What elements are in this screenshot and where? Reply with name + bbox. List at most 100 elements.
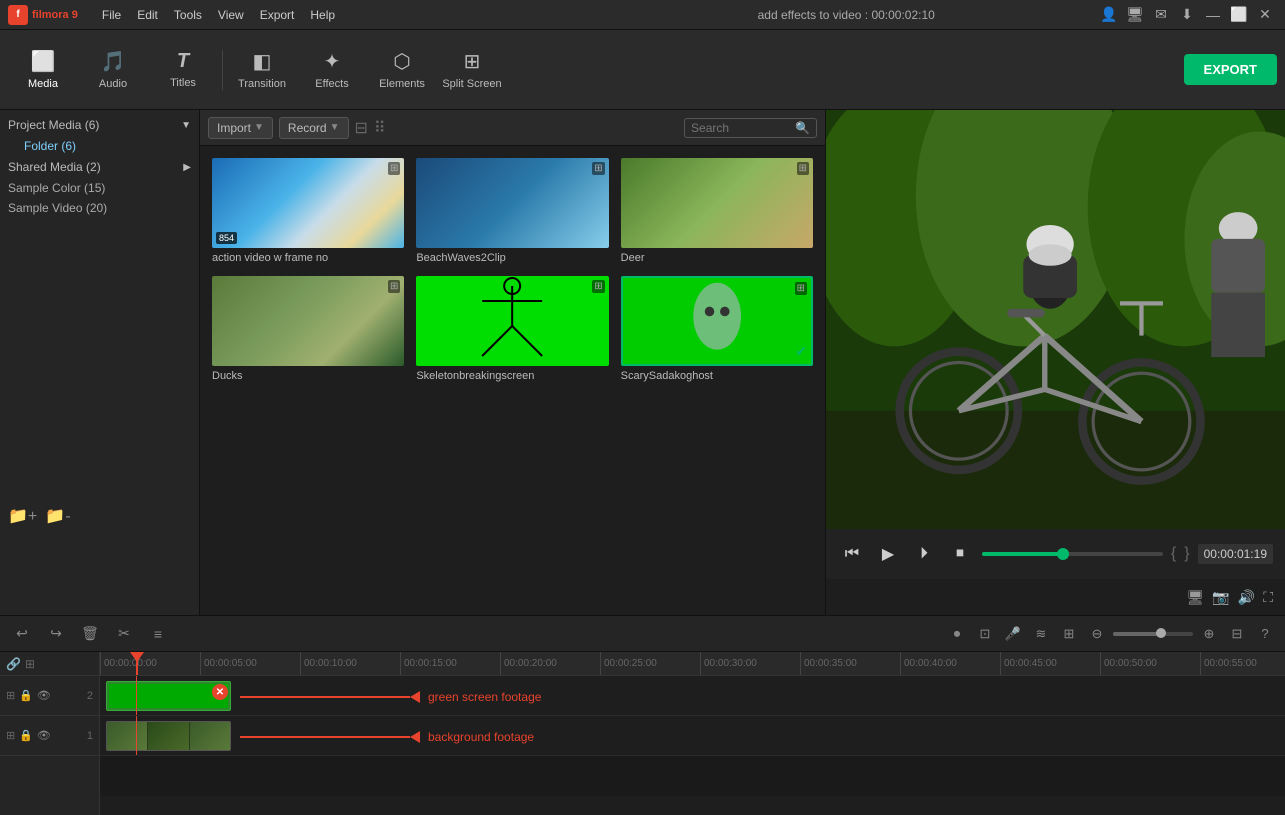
search-input[interactable] [691, 121, 791, 135]
search-box: 🔍 [684, 118, 817, 138]
toolbar-media[interactable]: ⬜ Media [8, 35, 78, 105]
toolbar-transition[interactable]: ◧ Transition [227, 35, 297, 105]
stop-button[interactable]: ⏹ [946, 545, 974, 563]
bracket-right-icon: } [1184, 545, 1189, 563]
grid-view-icon: ⊞ [797, 162, 809, 175]
progress-bar[interactable] [982, 552, 1163, 556]
toolbar-audio[interactable]: 🎵 Audio [78, 35, 148, 105]
export-button[interactable]: EXPORT [1184, 54, 1277, 85]
ann-arrow [410, 691, 420, 703]
menu-help[interactable]: Help [302, 0, 343, 30]
list-item[interactable]: ⊞ Ducks [212, 276, 404, 382]
search-icon[interactable]: 🔍 [795, 121, 810, 135]
timeline-track-1: background footage [100, 716, 1285, 756]
play-button[interactable]: ▶ [874, 544, 902, 564]
list-item[interactable]: ⊞ 854 action video w frame no [212, 158, 404, 264]
track-eye-icon[interactable]: 👁 [37, 729, 51, 742]
track-label-2: ⊞ 🔒 👁 2 [0, 676, 99, 716]
undo-button[interactable]: ↩ [8, 625, 36, 642]
marker-icon[interactable]: ⊡ [973, 626, 997, 642]
list-item[interactable]: ⊞ ✔ ScarySadakoghost [621, 276, 813, 382]
progress-fill [982, 552, 1063, 556]
snap-icon[interactable]: ⊞ [25, 657, 35, 671]
play-alt-button[interactable]: ⏵ [910, 545, 938, 563]
plus-icon[interactable]: ⊕ [1197, 626, 1221, 642]
timeline-track-2: ✕ green screen footage [100, 676, 1285, 716]
ruler-mark: 00:00:40:00 [900, 652, 957, 675]
track-eye-icon[interactable]: 👁 [37, 689, 51, 702]
toolbar-elements[interactable]: ⬡ Elements [367, 35, 437, 105]
grid-icon[interactable]: ⠿ [374, 118, 386, 138]
toolbar-splitscreen[interactable]: ⊞ Split Screen [437, 35, 507, 105]
mail-icon-btn[interactable]: ✉ [1149, 3, 1173, 27]
volume-icon[interactable]: 🔊 [1238, 589, 1255, 606]
delete-button[interactable]: 🗑 [76, 625, 104, 642]
toolbar-effects-label: Effects [315, 78, 348, 90]
sidebar: Project Media (6) ▼ Folder (6) Shared Me… [0, 110, 200, 615]
mic-icon[interactable]: 🎤 [1001, 626, 1025, 642]
logo-icon: f [8, 5, 28, 25]
record-button[interactable]: Record ▼ [279, 117, 349, 139]
record-tl-icon[interactable]: ⏺ [945, 626, 969, 642]
link-icon[interactable]: 🔗 [6, 657, 21, 671]
main-area: Project Media (6) ▼ Folder (6) Shared Me… [0, 110, 1285, 615]
voice-icon[interactable]: ≋ [1029, 626, 1053, 642]
time-display: 00:00:01:19 [1198, 544, 1273, 564]
sidebar-shared-media[interactable]: Shared Media (2) ▶ [0, 156, 199, 178]
minimize-btn[interactable]: — [1201, 3, 1225, 27]
timeline-clip-background[interactable] [106, 721, 231, 751]
list-item[interactable]: ⊞ BeachWaves2Clip [416, 158, 608, 264]
menu-file[interactable]: File [94, 0, 129, 30]
filter-icon[interactable]: ⊟ [355, 118, 368, 138]
sidebar-sample-color[interactable]: Sample Color (15) [0, 178, 199, 198]
timeline-cursor [136, 652, 138, 675]
user-icon-btn[interactable]: 👤 [1097, 3, 1121, 27]
ann-arrow [410, 731, 420, 743]
window-title: add effects to video : 00:00:02:10 [595, 0, 1097, 30]
media-item-label: BeachWaves2Clip [416, 252, 608, 264]
track-lock-icon[interactable]: 🔒 [19, 729, 33, 742]
media-panel: Import ▼ Record ▼ ⊟ ⠿ 🔍 ⊞ 854 action vid… [200, 110, 825, 615]
fullscreen-icon[interactable]: ⛶ [1263, 589, 1273, 606]
menu-export[interactable]: Export [252, 0, 303, 30]
add-folder-icon[interactable]: 📁+ [8, 506, 37, 526]
media-item-label: ScarySadakoghost [621, 370, 813, 382]
skip-back-button[interactable]: ⏮ [838, 545, 866, 563]
close-btn[interactable]: ✕ [1253, 3, 1277, 27]
toolbar-elements-label: Elements [379, 78, 425, 90]
menu-view[interactable]: View [210, 0, 252, 30]
sidebar-project-media[interactable]: Project Media (6) ▼ [0, 114, 199, 136]
sidebar-folder[interactable]: Folder (6) [0, 136, 199, 156]
transition-icon: ◧ [253, 49, 272, 74]
cut-button[interactable]: ✂ [110, 625, 138, 642]
toolbar-transition-label: Transition [238, 78, 286, 90]
sidebar-footer: 📁+ 📁- [0, 498, 199, 534]
remove-folder-icon[interactable]: 📁- [45, 506, 70, 526]
clip-delete-button[interactable]: ✕ [212, 684, 228, 700]
settings-button[interactable]: ≡ [144, 626, 172, 642]
timeline-content: 🔗 ⊞ ⊞ 🔒 👁 2 ⊞ 🔒 👁 1 [0, 652, 1285, 815]
list-item[interactable]: ⊞ Skeletonbreakingscreen [416, 276, 608, 382]
add-track-icon[interactable]: ⊞ [1057, 626, 1081, 642]
list-item[interactable]: ⊞ Deer [621, 158, 813, 264]
redo-button[interactable]: ↪ [42, 625, 70, 642]
sidebar-sample-video[interactable]: Sample Video (20) [0, 198, 199, 218]
camera-icon[interactable]: 📷 [1212, 589, 1229, 606]
restore-btn[interactable]: ⬜ [1227, 3, 1251, 27]
zoom-track[interactable] [1113, 632, 1193, 636]
timeline-clip-green[interactable]: ✕ [106, 681, 231, 711]
track-lock-icon[interactable]: 🔒 [19, 689, 33, 702]
import-button[interactable]: Import ▼ [208, 117, 273, 139]
menu-edit[interactable]: Edit [129, 0, 166, 30]
timeline-area: ↩ ↪ 🗑 ✂ ≡ ⏺ ⊡ 🎤 ≋ ⊞ ⊖ ⊕ ⊟ ? [0, 615, 1285, 815]
toolbar-effects[interactable]: ✦ Effects [297, 35, 367, 105]
menu-tools[interactable]: Tools [166, 0, 210, 30]
screen-icon[interactable]: 🖥 [1187, 589, 1205, 606]
download-icon-btn[interactable]: ⬇ [1175, 3, 1199, 27]
minus-icon[interactable]: ⊖ [1085, 626, 1109, 642]
toolbar-titles[interactable]: T Titles [148, 35, 218, 105]
message-icon-btn[interactable]: 🖥 [1123, 3, 1147, 27]
grid-view-icon: ⊞ [388, 280, 400, 293]
fit-icon[interactable]: ⊟ [1225, 626, 1249, 642]
help-icon[interactable]: ? [1253, 626, 1277, 641]
